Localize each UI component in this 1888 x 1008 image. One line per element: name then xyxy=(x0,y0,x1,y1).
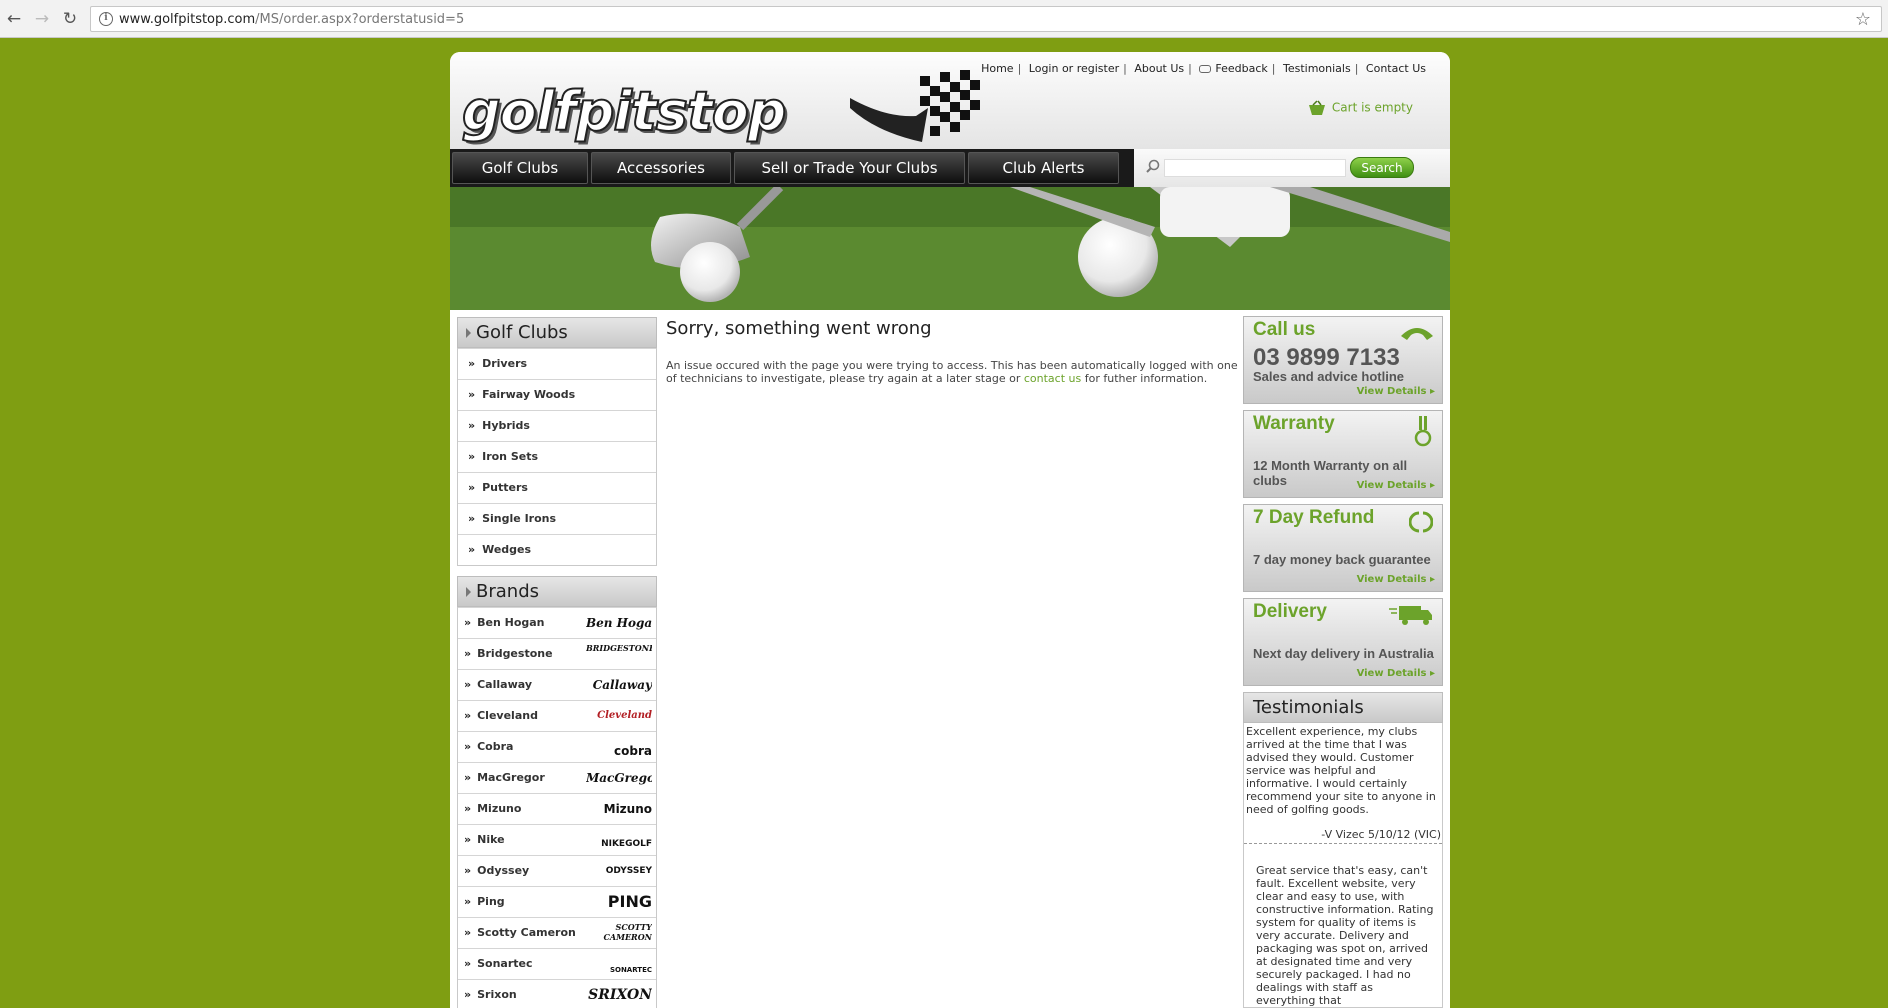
url-text[interactable]: www.golfpitstop.com/MS/order.aspx?orders… xyxy=(119,12,464,27)
error-message: An issue occured with the page you were … xyxy=(666,359,1238,385)
category-putters[interactable]: » Putters xyxy=(458,472,656,503)
hero-banner xyxy=(450,187,1450,310)
category-single-irons[interactable]: » Single Irons xyxy=(458,503,656,534)
mizuno-logo: Mizuno xyxy=(603,802,652,816)
link-contact[interactable]: Contact Us xyxy=(1366,62,1426,75)
scotty-cameron-logo: SCOTTY CAMERON xyxy=(603,922,652,942)
banner-golf-image xyxy=(450,187,1450,310)
checkered-flag-icon xyxy=(850,70,980,142)
warranty-box[interactable]: Warranty 12 Month Warranty on all clubs … xyxy=(1243,410,1443,498)
view-details-link[interactable]: View Details ▸ xyxy=(1357,574,1435,585)
golf-clubs-heading: Golf Clubs xyxy=(457,317,657,348)
testimonials-heading: Testimonials xyxy=(1243,692,1443,723)
link-feedback[interactable]: Feedback xyxy=(1215,62,1267,75)
brand-nike[interactable]: » Nike NIKEGOLF xyxy=(458,824,656,855)
forward-icon[interactable]: → xyxy=(32,9,52,29)
view-details-link[interactable]: View Details ▸ xyxy=(1357,386,1435,397)
star-icon[interactable]: ☆ xyxy=(1855,9,1871,30)
brand-list: »Ben HoganBen Hogan »BridgestoneBRIDGEST… xyxy=(457,607,657,1008)
search-icon xyxy=(1146,159,1160,173)
callaway-logo: Callaway xyxy=(592,678,652,692)
reload-icon[interactable]: ↻ xyxy=(60,9,80,29)
nav-golf-clubs[interactable]: Golf Clubs xyxy=(452,152,588,184)
link-home[interactable]: Home xyxy=(981,62,1013,75)
feedback-icon xyxy=(1199,65,1212,73)
category-fairway-woods[interactable]: » Fairway Woods xyxy=(458,379,656,410)
back-icon[interactable]: ← xyxy=(4,9,24,29)
nav-sell-trade[interactable]: Sell or Trade Your Clubs xyxy=(734,152,965,184)
left-sidebar: Golf Clubs » Drivers » Fairway Woods » Hybr… xyxy=(457,317,657,1008)
ben-hogan-logo: Ben Hogan xyxy=(586,616,652,630)
ping-logo: PING xyxy=(607,892,652,911)
testimonial-item: Great service that's easy, can't fault. … xyxy=(1256,864,1434,1007)
triangle-icon xyxy=(466,328,471,338)
site-logo[interactable]: golfpitstop xyxy=(461,64,984,150)
brand-scotty-cameron[interactable]: » Scotty Cameron SCOTTY CAMERON xyxy=(458,917,656,948)
info-icon[interactable]: i xyxy=(99,12,113,26)
browser-toolbar: ← → ↻ i www.golfpitstop.com/MS/order.asp… xyxy=(0,0,1888,38)
brand-ping[interactable]: » Ping PING xyxy=(458,886,656,917)
brand-sonartec[interactable]: » Sonartec SONARTEC xyxy=(458,948,656,979)
link-testimonials[interactable]: Testimonials xyxy=(1283,62,1351,75)
category-wedges[interactable]: » Wedges xyxy=(458,534,656,565)
macgregor-logo: MacGregor xyxy=(586,771,652,785)
view-details-link[interactable]: View Details ▸ xyxy=(1357,480,1435,491)
page-title: Sorry, something went wrong xyxy=(666,318,932,339)
address-bar[interactable]: i www.golfpitstop.com/MS/order.aspx?orde… xyxy=(90,6,1882,32)
call-us-box[interactable]: Call us 03 9899 7133 Sales and advice ho… xyxy=(1243,316,1443,404)
club-category-list: » Drivers » Fairway Woods » Hybrids » Iron S… xyxy=(457,348,657,566)
brand-macgregor[interactable]: »MacGregorMacGregor xyxy=(458,762,656,793)
delivery-box[interactable]: Delivery Next day delivery in Australia … xyxy=(1243,598,1443,686)
site-header: golfpitstop Home | Login or register | Abo… xyxy=(450,52,1450,150)
cart-icon xyxy=(1308,100,1325,115)
page-container: golfpitstop Home | Login or register | Abo… xyxy=(450,52,1450,1008)
srixon-logo: SRIXON xyxy=(588,987,652,1003)
testimonials-list: Excellent experience, my clubs arrived a… xyxy=(1243,723,1443,1008)
top-links: Home | Login or register | About Us | Feedb… xyxy=(981,62,1426,75)
contact-us-link[interactable]: contact us xyxy=(1024,372,1081,385)
bridgestone-logo: BRIDGESTONE GOLF xyxy=(586,643,652,653)
truck-icon xyxy=(1389,606,1432,625)
brand-odyssey[interactable]: » Odyssey ODYSSEY xyxy=(458,855,656,886)
sonartec-logo: SONARTEC xyxy=(609,966,652,974)
brand-bridgestone[interactable]: »BridgestoneBRIDGESTONE GOLF xyxy=(458,638,656,669)
brand-cobra[interactable]: » Cobra cobra xyxy=(458,731,656,762)
right-sidebar: Call us 03 9899 7133 Sales and advice ho… xyxy=(1243,316,1443,1008)
link-login[interactable]: Login or register xyxy=(1029,62,1119,75)
medal-icon xyxy=(1414,416,1432,447)
cleveland-logo: Cleveland xyxy=(597,710,652,721)
testimonial-item: Excellent experience, my clubs arrived a… xyxy=(1244,723,1442,844)
brand-cleveland[interactable]: » Cleveland Cleveland xyxy=(458,700,656,731)
nav-club-alerts[interactable]: Club Alerts xyxy=(968,152,1119,184)
brand-srixon[interactable]: » Srixon SRIXON xyxy=(458,979,656,1008)
odyssey-logo: ODYSSEY xyxy=(605,866,652,876)
search-button[interactable]: Search xyxy=(1350,157,1414,178)
main-content: Sorry, something went wrong An issue occ… xyxy=(666,318,1240,385)
triangle-icon xyxy=(466,587,471,597)
view-details-link[interactable]: View Details ▸ xyxy=(1357,668,1435,679)
category-iron-sets[interactable]: » Iron Sets xyxy=(458,441,656,472)
refund-box[interactable]: 7 Day Refund 7 day money back guarantee … xyxy=(1243,504,1443,592)
brands-heading: Brands xyxy=(457,576,657,607)
brand-callaway[interactable]: » Callaway Callaway xyxy=(458,669,656,700)
phone-icon xyxy=(1401,328,1433,340)
testimonial-author: -V Vizec 5/10/12 (VIC) xyxy=(1321,828,1441,841)
search-input[interactable] xyxy=(1164,159,1346,177)
brand-ben-hogan[interactable]: »Ben HoganBen Hogan xyxy=(458,607,656,638)
search-bar: Search xyxy=(1134,149,1450,187)
category-hybrids[interactable]: » Hybrids xyxy=(458,410,656,441)
nike-logo: NIKEGOLF xyxy=(601,839,652,849)
main-nav: Golf Clubs Accessories Sell or Trade You… xyxy=(450,149,1134,187)
cobra-logo: cobra xyxy=(614,744,652,758)
link-about[interactable]: About Us xyxy=(1134,62,1184,75)
cart-status[interactable]: Cart is empty xyxy=(1308,100,1413,116)
logo-wordmark: golfpitstop xyxy=(461,79,787,144)
nav-accessories[interactable]: Accessories xyxy=(591,152,731,184)
brand-mizuno[interactable]: » Mizuno Mizuno xyxy=(458,793,656,824)
category-drivers[interactable]: » Drivers xyxy=(458,348,656,379)
refund-icon xyxy=(1409,511,1433,533)
